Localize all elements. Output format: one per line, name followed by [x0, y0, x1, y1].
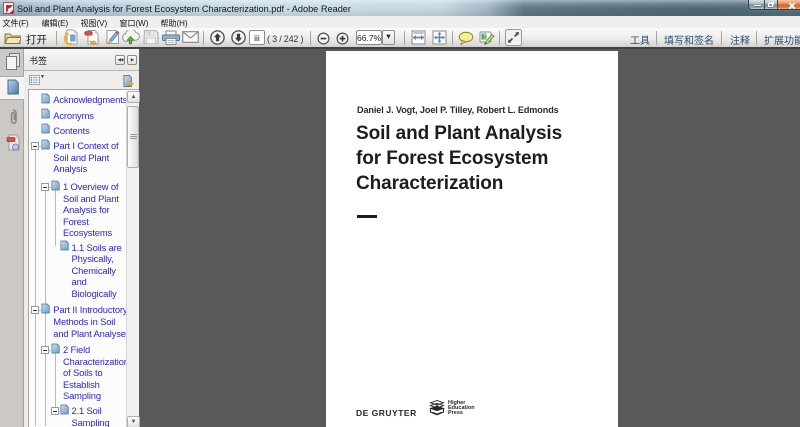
svg-text:T: T [483, 35, 487, 41]
